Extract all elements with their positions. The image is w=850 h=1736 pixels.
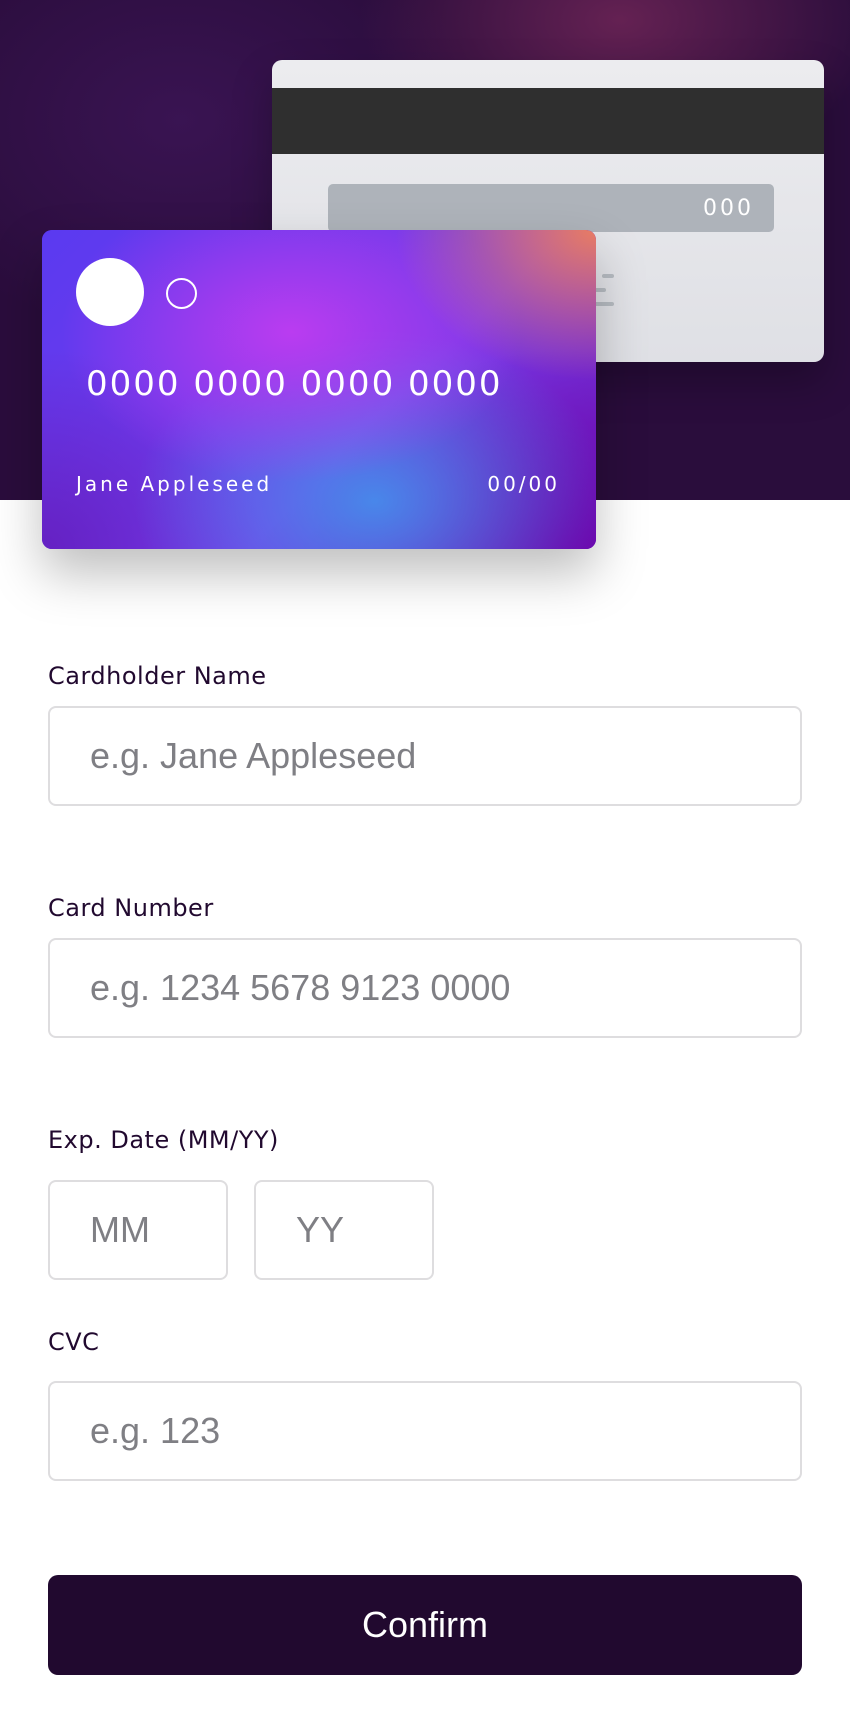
expiry-year-input[interactable] [254, 1180, 434, 1280]
cardholder-name-display: Jane Appleseed [76, 472, 273, 496]
cardholder-name-label: Cardholder Name [48, 662, 267, 690]
card-expiry-display: 00/00 [487, 472, 560, 496]
expiry-date-label: Exp. Date (MM/YY) [48, 1126, 279, 1154]
card-number-label: Card Number [48, 894, 214, 922]
cvc-input[interactable] [48, 1381, 802, 1481]
cvc-label: CVC [48, 1328, 100, 1356]
card-back-cvc: 000 [703, 196, 754, 221]
card-number-input[interactable] [48, 938, 802, 1038]
cardholder-name-input[interactable] [48, 706, 802, 806]
expiry-month-input[interactable] [48, 1180, 228, 1280]
card-front: 0000 0000 0000 0000 Jane Appleseed 00/00 [42, 230, 596, 549]
card-number-display: 0000 0000 0000 0000 [86, 364, 503, 404]
card-back-cvc-box: 000 [328, 184, 774, 232]
card-logo-outline-circle-icon [166, 278, 197, 309]
magnetic-stripe [272, 88, 824, 154]
card-logo-filled-circle-icon [76, 258, 144, 326]
confirm-button[interactable]: Confirm [48, 1575, 802, 1675]
card-back-decoration [602, 274, 614, 278]
